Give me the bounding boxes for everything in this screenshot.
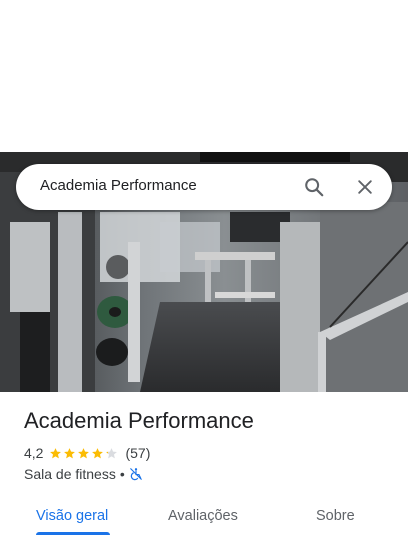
tab-overview[interactable]: Visão geral <box>36 508 108 524</box>
star-rating <box>49 447 119 460</box>
search-input[interactable]: Academia Performance <box>40 177 197 194</box>
category-row: Sala de fitness • <box>24 465 143 483</box>
separator: • <box>119 466 125 482</box>
active-tab-indicator <box>36 532 110 535</box>
close-icon[interactable] <box>353 175 377 199</box>
rating-value: 4,2 <box>24 445 44 461</box>
place-details-panel: Academia Performance 4,2 (57) Sala de fi… <box>0 392 408 544</box>
not-accessible-icon <box>129 467 143 481</box>
category-label: Sala de fitness <box>24 466 116 482</box>
star-icon <box>78 447 90 458</box>
star-icon <box>92 447 104 458</box>
star-icon <box>50 447 62 458</box>
star-icon <box>106 447 118 458</box>
search-bar[interactable]: Academia Performance <box>16 164 392 210</box>
place-title: Academia Performance <box>24 408 254 433</box>
star-icon <box>64 447 76 458</box>
tab-about[interactable]: Sobre <box>316 508 355 524</box>
review-count[interactable]: (57) <box>125 445 150 461</box>
rating-row[interactable]: 4,2 (57) <box>24 444 150 462</box>
search-icon[interactable] <box>302 175 326 199</box>
tab-bar: Visão geral Avaliações Sobre <box>0 496 408 544</box>
tab-reviews[interactable]: Avaliações <box>168 508 238 524</box>
